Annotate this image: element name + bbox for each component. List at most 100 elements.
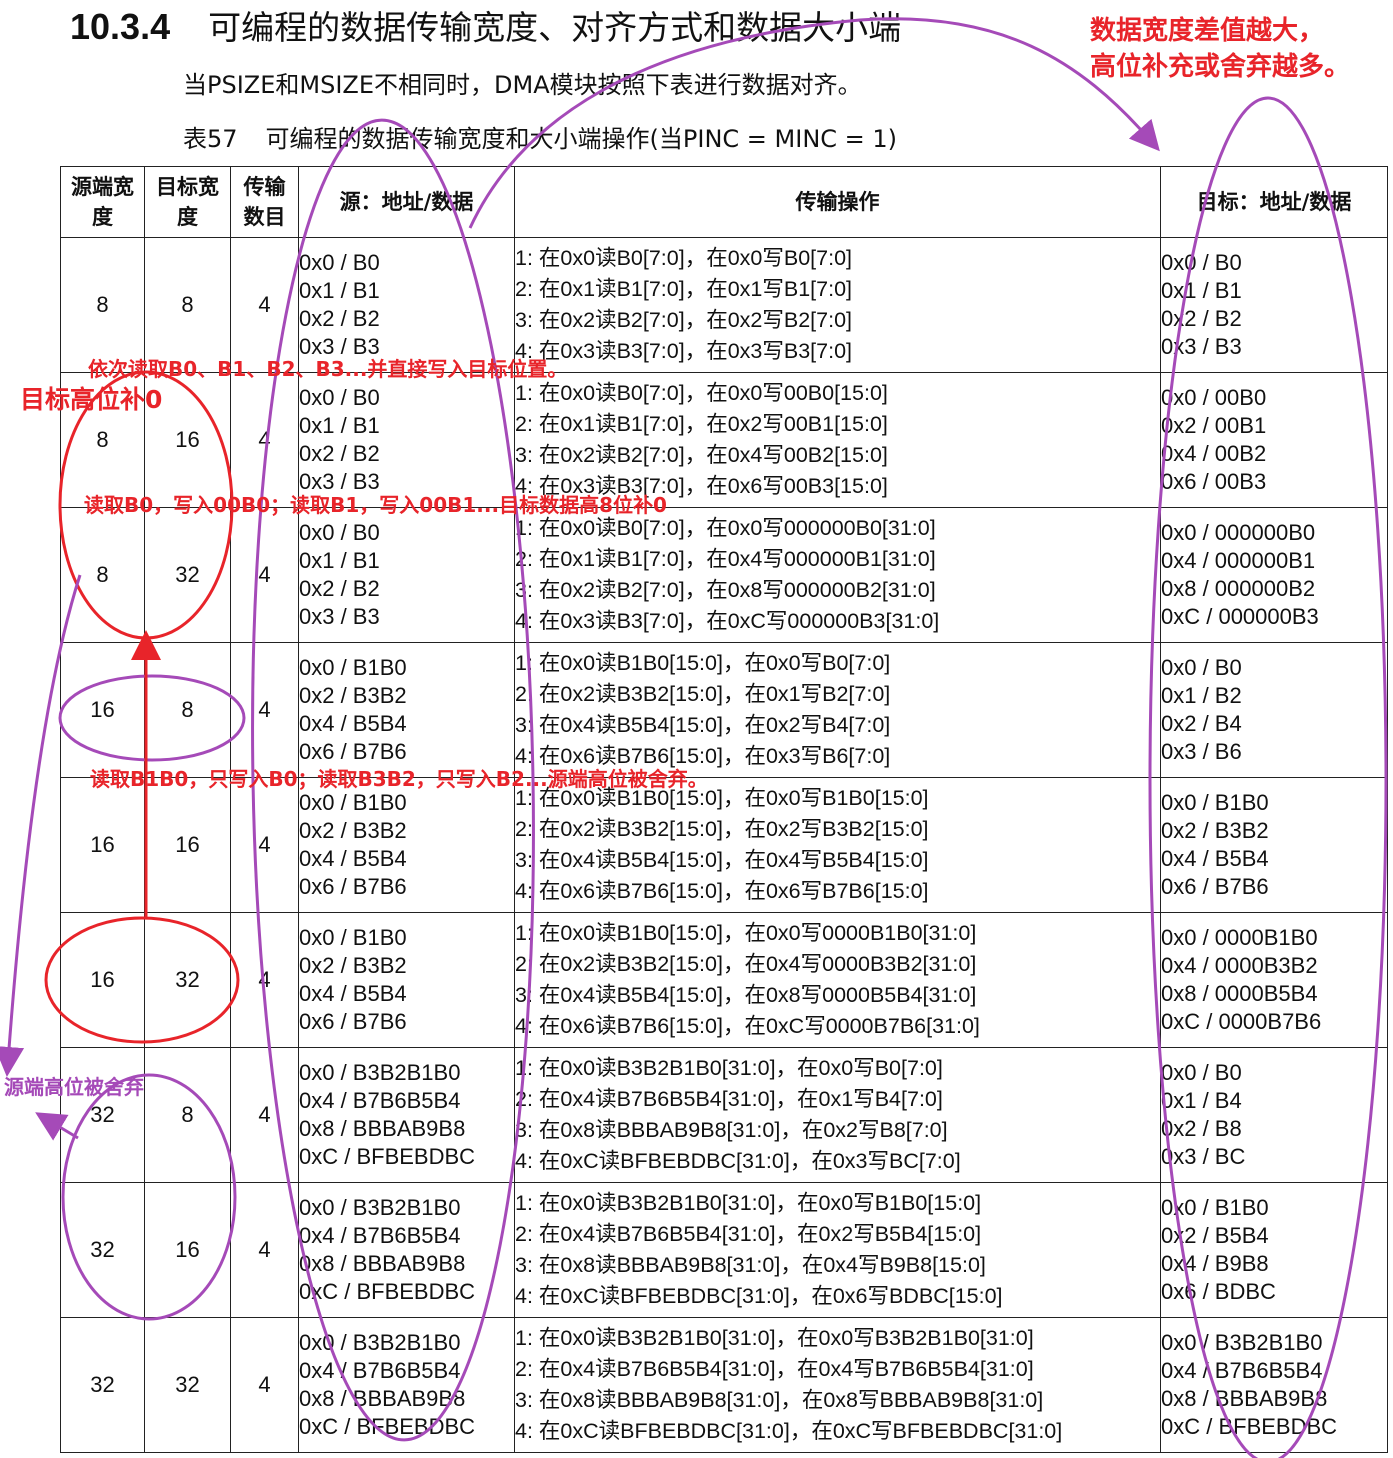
address-data-line: 0x4 / 00B2 xyxy=(1161,441,1267,466)
address-data-line: 0x2 / 00B1 xyxy=(1161,413,1267,438)
source-data-cell: 0x0 / B0 0x1 / B1 0x2 / B2 0x3 / B3 xyxy=(298,507,515,643)
address-data-line: 0x6 / B7B6 xyxy=(1161,874,1269,899)
table-row: 8 8 4 0x0 / B0 0x1 / B1 0x2 / B2 0x3 / B3 1: 在0… xyxy=(60,237,1388,373)
operation-line: 3: 在0x8读BBBAB9B8[31:0]，在0x4写B9B8[15:0] xyxy=(515,1253,986,1277)
table-caption-text: 可编程的数据传输宽度和大小端操作(当PINC = MINC = 1) xyxy=(265,125,898,153)
table-caption-label: 表57 xyxy=(183,125,238,153)
section-title: 可编程的数据传输宽度、对齐方式和数据大小端 xyxy=(208,8,902,47)
table-row: 32 32 4 0x0 / B3B2B1B0 0x4 / B7B6B5B4 0x8 / B… xyxy=(60,1317,1388,1453)
source-width-cell: 32 xyxy=(60,1182,145,1318)
address-data-line: 0x0 / B3B2B1B0 xyxy=(299,1060,461,1085)
address-data-line: 0x2 / B3B2 xyxy=(299,818,407,843)
transfer-count-cell: 4 xyxy=(230,1317,299,1453)
header-cell: 源端宽度 xyxy=(60,166,145,238)
address-data-line: 0x3 / BC xyxy=(1161,1144,1246,1169)
operation-line: 4: 在0x6读B7B6[15:0]，在0xC写0000B7B6[31:0] xyxy=(515,1014,980,1038)
transfer-ops-cell: 1: 在0x0读B1B0[15:0]，在0x0写B0[7:0] 2: 在0x2读B… xyxy=(514,642,1161,778)
operation-line: 4: 在0x3读B3[7:0]，在0x3写B3[7:0] xyxy=(515,339,852,363)
address-data-line: 0x1 / B1 xyxy=(299,413,380,438)
address-data-line: 0x4 / B5B4 xyxy=(299,711,407,736)
source-width-cell: 16 xyxy=(60,912,145,1048)
address-data-line: 0xC / 0000B7B6 xyxy=(1161,1009,1322,1034)
address-data-line: 0x6 / 00B3 xyxy=(1161,469,1267,494)
address-data-line: 0x8 / 000000B2 xyxy=(1161,576,1316,601)
transfer-ops-cell: 1: 在0x0读B3B2B1B0[31:0]，在0x0写B0[7:0] 2: 在0… xyxy=(514,1047,1161,1183)
operation-line: 1: 在0x0读B3B2B1B0[31:0]，在0x0写B0[7:0] xyxy=(515,1056,943,1080)
note-width-difference-line1: 数据宽度差值越大， xyxy=(1090,16,1325,46)
table-header-row: 源端宽度 目标宽度 传输数目 源：地址/数据 传输操作 目标：地址/数据 xyxy=(60,166,1388,238)
header-cell: 源：地址/数据 xyxy=(298,166,515,238)
target-width-cell: 8 xyxy=(144,237,231,373)
transfer-count-cell: 4 xyxy=(230,507,299,643)
operation-line: 1: 在0x0读B0[7:0]，在0x0写00B0[15:0] xyxy=(515,381,888,405)
transfer-count-cell: 4 xyxy=(230,1047,299,1183)
note-target-high-zero: 目标高位补0 xyxy=(20,385,163,414)
target-width-cell: 32 xyxy=(144,1317,231,1453)
address-data-line: 0x3 / B3 xyxy=(1161,334,1242,359)
operation-line: 3: 在0x2读B2[7:0]，在0x2写B2[7:0] xyxy=(515,308,852,332)
operation-line: 4: 在0x3读B3[7:0]，在0xC写000000B3[31:0] xyxy=(515,609,940,633)
address-data-line: 0x0 / B0 xyxy=(299,385,380,410)
operation-line: 4: 在0xC读BFBEBDBC[31:0]，在0x6写BDBC[15:0] xyxy=(515,1284,1003,1308)
address-data-line: 0x0 / B0 xyxy=(299,250,380,275)
source-data-cell: 0x0 / B3B2B1B0 0x4 / B7B6B5B4 0x8 / BBBAB9… xyxy=(298,1317,515,1453)
address-data-line: 0x1 / B4 xyxy=(1161,1088,1242,1113)
source-data-cell: 0x0 / B1B0 0x2 / B3B2 0x4 / B5B4 0x6 / B7B6 xyxy=(298,777,515,913)
target-data-cell: 0x0 / B1B0 0x2 / B5B4 0x4 / B9B8 0x6 / BDBC xyxy=(1160,1182,1388,1318)
address-data-line: 0x2 / B4 xyxy=(1161,711,1242,736)
address-data-line: 0x8 / BBBAB9B8 xyxy=(299,1251,466,1276)
address-data-line: 0x2 / B5B4 xyxy=(1161,1223,1269,1248)
target-data-cell: 0x0 / 0000B1B0 0x4 / 0000B3B2 0x8 / 0000B5… xyxy=(1160,912,1388,1048)
operation-line: 4: 在0x6读B7B6[15:0]，在0x6写B7B6[15:0] xyxy=(515,879,929,903)
source-data-cell: 0x0 / B3B2B1B0 0x4 / B7B6B5B4 0x8 / BBBAB9… xyxy=(298,1182,515,1318)
target-width-cell: 16 xyxy=(144,1182,231,1318)
address-data-line: 0x6 / BDBC xyxy=(1161,1279,1276,1304)
target-data-cell: 0x0 / 000000B0 0x4 / 000000B1 0x8 / 000000… xyxy=(1160,507,1388,643)
address-data-line: 0x0 / B1B0 xyxy=(1161,790,1269,815)
operation-line: 2: 在0x1读B1[7:0]，在0x4写000000B1[31:0] xyxy=(515,547,936,571)
address-data-line: 0x0 / B0 xyxy=(1161,1060,1242,1085)
address-data-line: 0x1 / B1 xyxy=(1161,278,1242,303)
target-width-cell: 8 xyxy=(144,642,231,778)
table-row: 32 8 4 0x0 / B3B2B1B0 0x4 / B7B6B5B4 0x8 / BB… xyxy=(60,1047,1388,1183)
source-width-cell: 16 xyxy=(60,642,145,778)
address-data-line: 0x8 / BBBAB9B8 xyxy=(299,1386,466,1411)
operation-line: 2: 在0x2读B3B2[15:0]，在0x4写0000B3B2[31:0] xyxy=(515,952,977,976)
source-data-cell: 0x0 / B3B2B1B0 0x4 / B7B6B5B4 0x8 / BBBAB9… xyxy=(298,1047,515,1183)
transfer-count-cell: 4 xyxy=(230,777,299,913)
transfer-count-cell: 4 xyxy=(230,642,299,778)
transfer-count-cell: 4 xyxy=(230,912,299,1048)
address-data-line: 0x4 / B5B4 xyxy=(299,981,407,1006)
table-row: 8 16 4 0x0 / B0 0x1 / B1 0x2 / B2 0x3 / B3 1: 在… xyxy=(60,372,1388,508)
target-width-cell: 32 xyxy=(144,507,231,643)
address-data-line: 0xC / 000000B3 xyxy=(1161,604,1319,629)
address-data-line: 0x4 / B9B8 xyxy=(1161,1251,1269,1276)
address-data-line: 0x2 / B8 xyxy=(1161,1116,1242,1141)
address-data-line: 0x0 / B0 xyxy=(1161,250,1242,275)
transfer-ops-cell: 1: 在0x0读B0[7:0]，在0x0写00B0[15:0] 2: 在0x1读B… xyxy=(514,372,1161,508)
address-data-line: 0x8 / 0000B5B4 xyxy=(1161,981,1318,1006)
operation-line: 3: 在0x4读B5B4[15:0]，在0x8写0000B5B4[31:0] xyxy=(515,983,977,1007)
address-data-line: 0x6 / B7B6 xyxy=(299,874,407,899)
operation-line: 3: 在0x4读B5B4[15:0]，在0x4写B5B4[15:0] xyxy=(515,848,929,872)
address-data-line: 0xC / BFBEBDBC xyxy=(1161,1414,1338,1439)
address-data-line: 0xC / BFBEBDBC xyxy=(299,1144,476,1169)
operation-line: 2: 在0x4读B7B6B5B4[31:0]，在0x1写B4[7:0] xyxy=(515,1087,943,1111)
target-data-cell: 0x0 / B0 0x1 / B1 0x2 / B2 0x3 / B3 xyxy=(1160,237,1388,373)
table-row: 16 8 4 0x0 / B1B0 0x2 / B3B2 0x4 / B5B4 0x6 / … xyxy=(60,642,1388,778)
operation-line: 3: 在0x2读B2[7:0]，在0x8写000000B2[31:0] xyxy=(515,578,936,602)
target-data-cell: 0x0 / B0 0x1 / B4 0x2 / B8 0x3 / BC xyxy=(1160,1047,1388,1183)
operation-line: 2: 在0x2读B3B2[15:0]，在0x2写B3B2[15:0] xyxy=(515,817,929,841)
header-cell: 传输操作 xyxy=(514,166,1161,238)
header-cell: 传输数目 xyxy=(230,166,299,238)
address-data-line: 0x2 / B2 xyxy=(1161,306,1242,331)
transfer-ops-cell: 1: 在0x0读B3B2B1B0[31:0]，在0x0写B3B2B1B0[31:… xyxy=(514,1317,1161,1453)
target-data-cell: 0x0 / 00B0 0x2 / 00B1 0x4 / 00B2 0x6 / 00B3 xyxy=(1160,372,1388,508)
operation-line: 2: 在0x4读B7B6B5B4[31:0]，在0x2写B5B4[15:0] xyxy=(515,1222,982,1246)
address-data-line: 0x0 / B0 xyxy=(299,520,380,545)
target-data-cell: 0x0 / B3B2B1B0 0x4 / B7B6B5B4 0x8 / BBBAB9… xyxy=(1160,1317,1388,1453)
address-data-line: 0x3 / B6 xyxy=(1161,739,1242,764)
header-cell: 目标宽度 xyxy=(144,166,231,238)
operation-line: 1: 在0x0读B1B0[15:0]，在0x0写B0[7:0] xyxy=(515,651,891,675)
transfer-ops-cell: 1: 在0x0读B0[7:0]，在0x0写000000B0[31:0] 2: 在0… xyxy=(514,507,1161,643)
